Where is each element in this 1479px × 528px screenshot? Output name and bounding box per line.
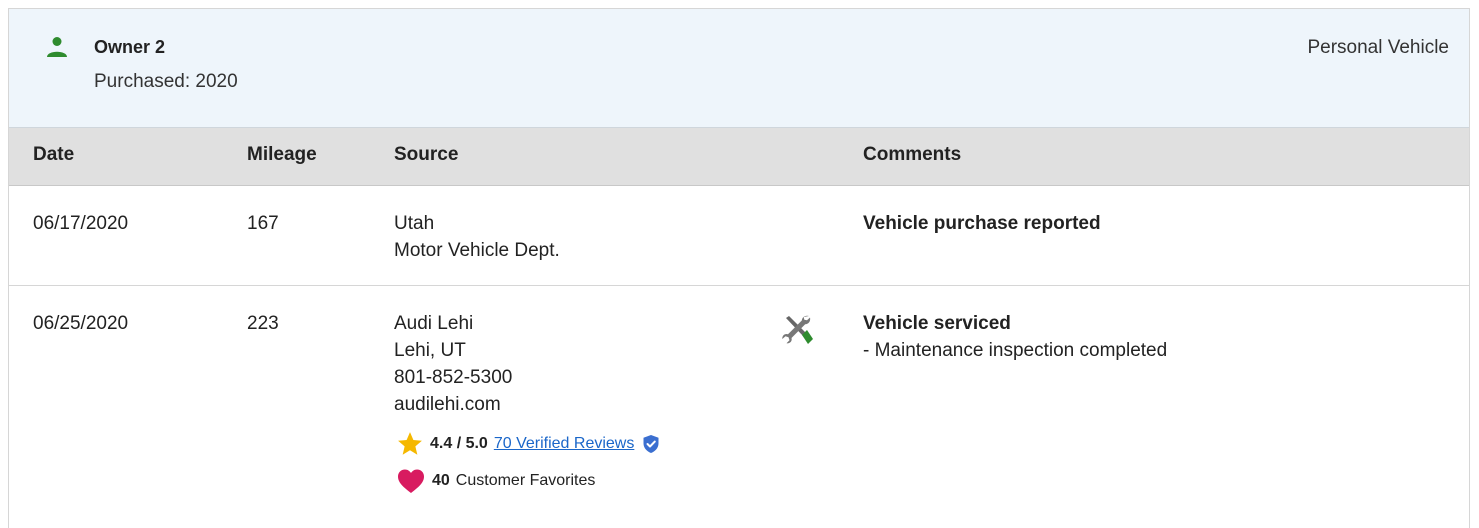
row-source: Audi Lehi Lehi, UT 801-852-5300 audilehi… (394, 310, 512, 418)
row-comments: Vehicle purchase reported (863, 210, 1101, 237)
purchase-year: Purchased: 2020 (94, 71, 238, 92)
row-date: 06/25/2020 (33, 313, 129, 334)
customer-favorites: 40 Customer Favorites (396, 467, 595, 495)
column-header-comments: Comments (863, 144, 962, 165)
table-row: 06/25/2020 223 Audi Lehi Lehi, UT 801-85… (9, 286, 1469, 526)
verified-shield-icon (643, 435, 659, 453)
row-mileage: 223 (247, 313, 279, 334)
owner-title: Owner 2 (94, 37, 166, 57)
source-line: Utah (394, 213, 435, 234)
comment-title: Vehicle purchase reported (863, 213, 1101, 234)
person-icon (47, 37, 67, 57)
row-mileage: 167 (247, 213, 279, 234)
dealer-rating: 4.4 / 5.0 70 Verified Reviews (396, 430, 660, 458)
column-header-date: Date (33, 144, 75, 165)
verified-reviews-link[interactable]: 70 Verified Reviews (494, 435, 635, 453)
favorites-count: 40 (432, 472, 450, 489)
vehicle-usage-type: Personal Vehicle (1307, 37, 1449, 58)
source-line: Motor Vehicle Dept. (394, 240, 560, 261)
owner-header: Owner 2 Purchased: 2020 Personal Vehicle (9, 9, 1469, 128)
source-line: Lehi, UT (394, 340, 466, 361)
source-line: Audi Lehi (394, 313, 474, 334)
table-row: 06/17/2020 167 Utah Motor Vehicle Dept. … (9, 186, 1469, 286)
comment-title: Vehicle serviced (863, 313, 1011, 334)
heart-icon (398, 469, 424, 493)
row-comments: Vehicle serviced - Maintenance inspectio… (863, 310, 1167, 364)
column-header-mileage: Mileage (247, 144, 317, 165)
table-header: Date Mileage Source Comments (9, 128, 1469, 186)
comment-detail: - Maintenance inspection completed (863, 340, 1168, 361)
star-icon (398, 432, 422, 455)
wrench-screwdriver-icon (782, 315, 813, 344)
rating-value: 4.4 / 5.0 (430, 435, 488, 452)
row-source: Utah Motor Vehicle Dept. (394, 210, 560, 264)
owner-history-card: Owner 2 Purchased: 2020 Personal Vehicle… (8, 8, 1470, 528)
favorites-label: Customer Favorites (455, 472, 596, 489)
column-header-source: Source (394, 144, 459, 165)
source-line: 801-852-5300 (394, 367, 513, 388)
row-date: 06/17/2020 (33, 213, 129, 234)
source-line: audilehi.com (394, 394, 501, 415)
